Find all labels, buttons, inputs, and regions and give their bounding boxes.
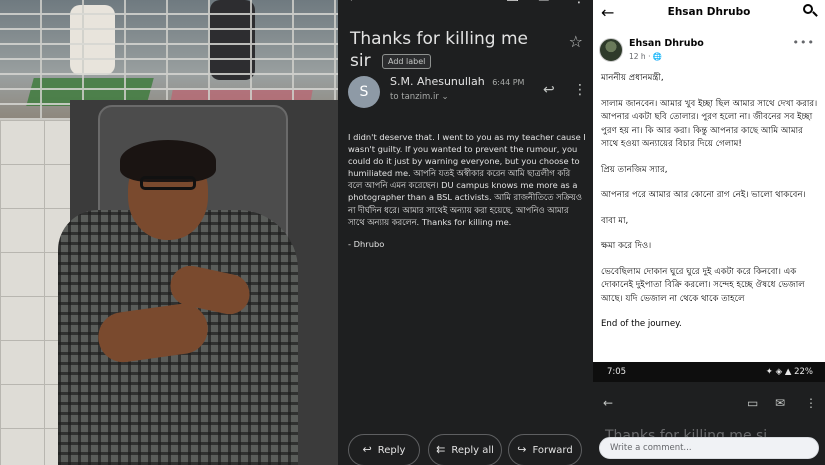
facebook-header: ← Ehsan Dhrubo: [593, 0, 825, 28]
post-meta: 12 h · 🌐: [629, 52, 662, 61]
post-paragraph: সালাম জানবেন। আমার খুব ইচ্ছা ছিল আমার সা…: [601, 98, 818, 150]
forward-icon: ↪: [517, 443, 527, 456]
reply-button[interactable]: ↩ Reply: [348, 434, 420, 465]
more-vert-icon[interactable]: ⋮: [573, 82, 587, 98]
reply-all-button[interactable]: ⇇ Reply all: [428, 434, 502, 465]
chevron-down-icon[interactable]: ⌄: [442, 92, 449, 102]
reply-icon: ↩: [362, 443, 372, 456]
archive-icon[interactable]: ▭: [506, 0, 519, 6]
post-body: মাননীয় প্রধানমন্ত্রী, সালাম জানবেন। আমা…: [601, 72, 819, 344]
status-time: 7:05: [607, 367, 627, 377]
archive-icon[interactable]: ▭: [747, 396, 758, 410]
email-subject-text: Thanks for killing me sir: [350, 29, 528, 71]
mail-icon[interactable]: ✉: [538, 0, 550, 6]
post-paragraph: End of the journey.: [601, 319, 682, 329]
gmail-toolbar: ← ▭ ✉ ⋮: [338, 0, 593, 12]
sender-name: S.M. Ahesunullah: [390, 75, 485, 88]
star-icon[interactable]: ☆: [569, 32, 583, 51]
email-subject: Thanks for killing me sir Add label: [350, 28, 550, 72]
sender-avatar[interactable]: S: [348, 76, 380, 108]
forward-button-label: Forward: [532, 445, 573, 456]
gmail-email-view: ← ▭ ✉ ⋮ Thanks for killing me sir Add la…: [338, 0, 593, 465]
email-action-bar: ↩ Reply ⇇ Reply all ↪ Forward: [338, 434, 593, 465]
post-paragraph: মাননীয় প্রধানমন্ত্রী,: [601, 73, 664, 83]
globe-icon: 🌐: [652, 52, 663, 61]
email-body: I didn't deserve that. I went to you as …: [348, 131, 586, 260]
post-paragraph: বাবা মা,: [601, 215, 629, 226]
facebook-post-view: ← Ehsan Dhrubo Ehsan Dhrubo 12 h · 🌐 •••…: [593, 0, 825, 465]
photo-person-glasses: [140, 176, 196, 190]
arrow-left-icon[interactable]: ←: [348, 0, 360, 6]
post-time: 12 h ·: [629, 52, 653, 61]
arrow-left-icon[interactable]: ←: [603, 396, 613, 410]
recipient-line[interactable]: to tanzim.ir ⌄: [390, 92, 449, 102]
recipient-text: to tanzim.ir: [390, 92, 439, 102]
search-icon-handle: [812, 11, 818, 17]
more-horizontal-icon[interactable]: •••: [793, 36, 815, 49]
page-title: Ehsan Dhrubo: [667, 6, 751, 18]
mail-icon[interactable]: ✉: [775, 396, 785, 410]
more-vert-icon[interactable]: ⋮: [805, 396, 817, 410]
email-time: 6:44 PM: [492, 78, 525, 87]
post-paragraph: ভেবেছিলাম দোকান ঘুরে ঘুরে দুই একটা করে ক…: [601, 266, 805, 304]
reply-all-icon: ⇇: [436, 443, 446, 456]
status-icons: ✦ ◈ ▲ 22%: [766, 367, 813, 377]
battery-percent: 22%: [794, 367, 813, 377]
post-paragraph: আপনার পরে আমার আর কোনো রাগ নেই। ভালো থাক…: [601, 190, 806, 200]
email-body-paragraph: I didn't deserve that. I went to you as …: [348, 132, 586, 227]
phone-status-bar: 7:05 ✦ ◈ ▲ 22%: [593, 362, 825, 382]
reply-icon[interactable]: ↩: [543, 82, 555, 98]
reply-all-button-label: Reply all: [451, 445, 494, 456]
post-paragraph: ক্ষমা করে দিও।: [601, 241, 652, 251]
post-author[interactable]: Ehsan Dhrubo: [629, 38, 704, 49]
reply-button-label: Reply: [377, 445, 406, 456]
signal-icon: ✦ ◈ ▲: [765, 367, 795, 377]
sender-line: S.M. Ahesunullah 6:44 PM: [390, 75, 524, 88]
post-paragraph: প্রিয় তানজিম স্যার,: [601, 164, 668, 175]
comment-input[interactable]: Write a comment...: [599, 437, 819, 459]
add-label-chip[interactable]: Add label: [381, 53, 432, 69]
email-signature: - Dhrubo: [348, 238, 385, 249]
more-vert-icon[interactable]: ⋮: [572, 0, 586, 6]
hospital-photo: [0, 0, 338, 465]
avatar[interactable]: [599, 38, 623, 62]
search-icon[interactable]: [803, 4, 818, 18]
forward-button[interactable]: ↪ Forward: [508, 434, 582, 465]
